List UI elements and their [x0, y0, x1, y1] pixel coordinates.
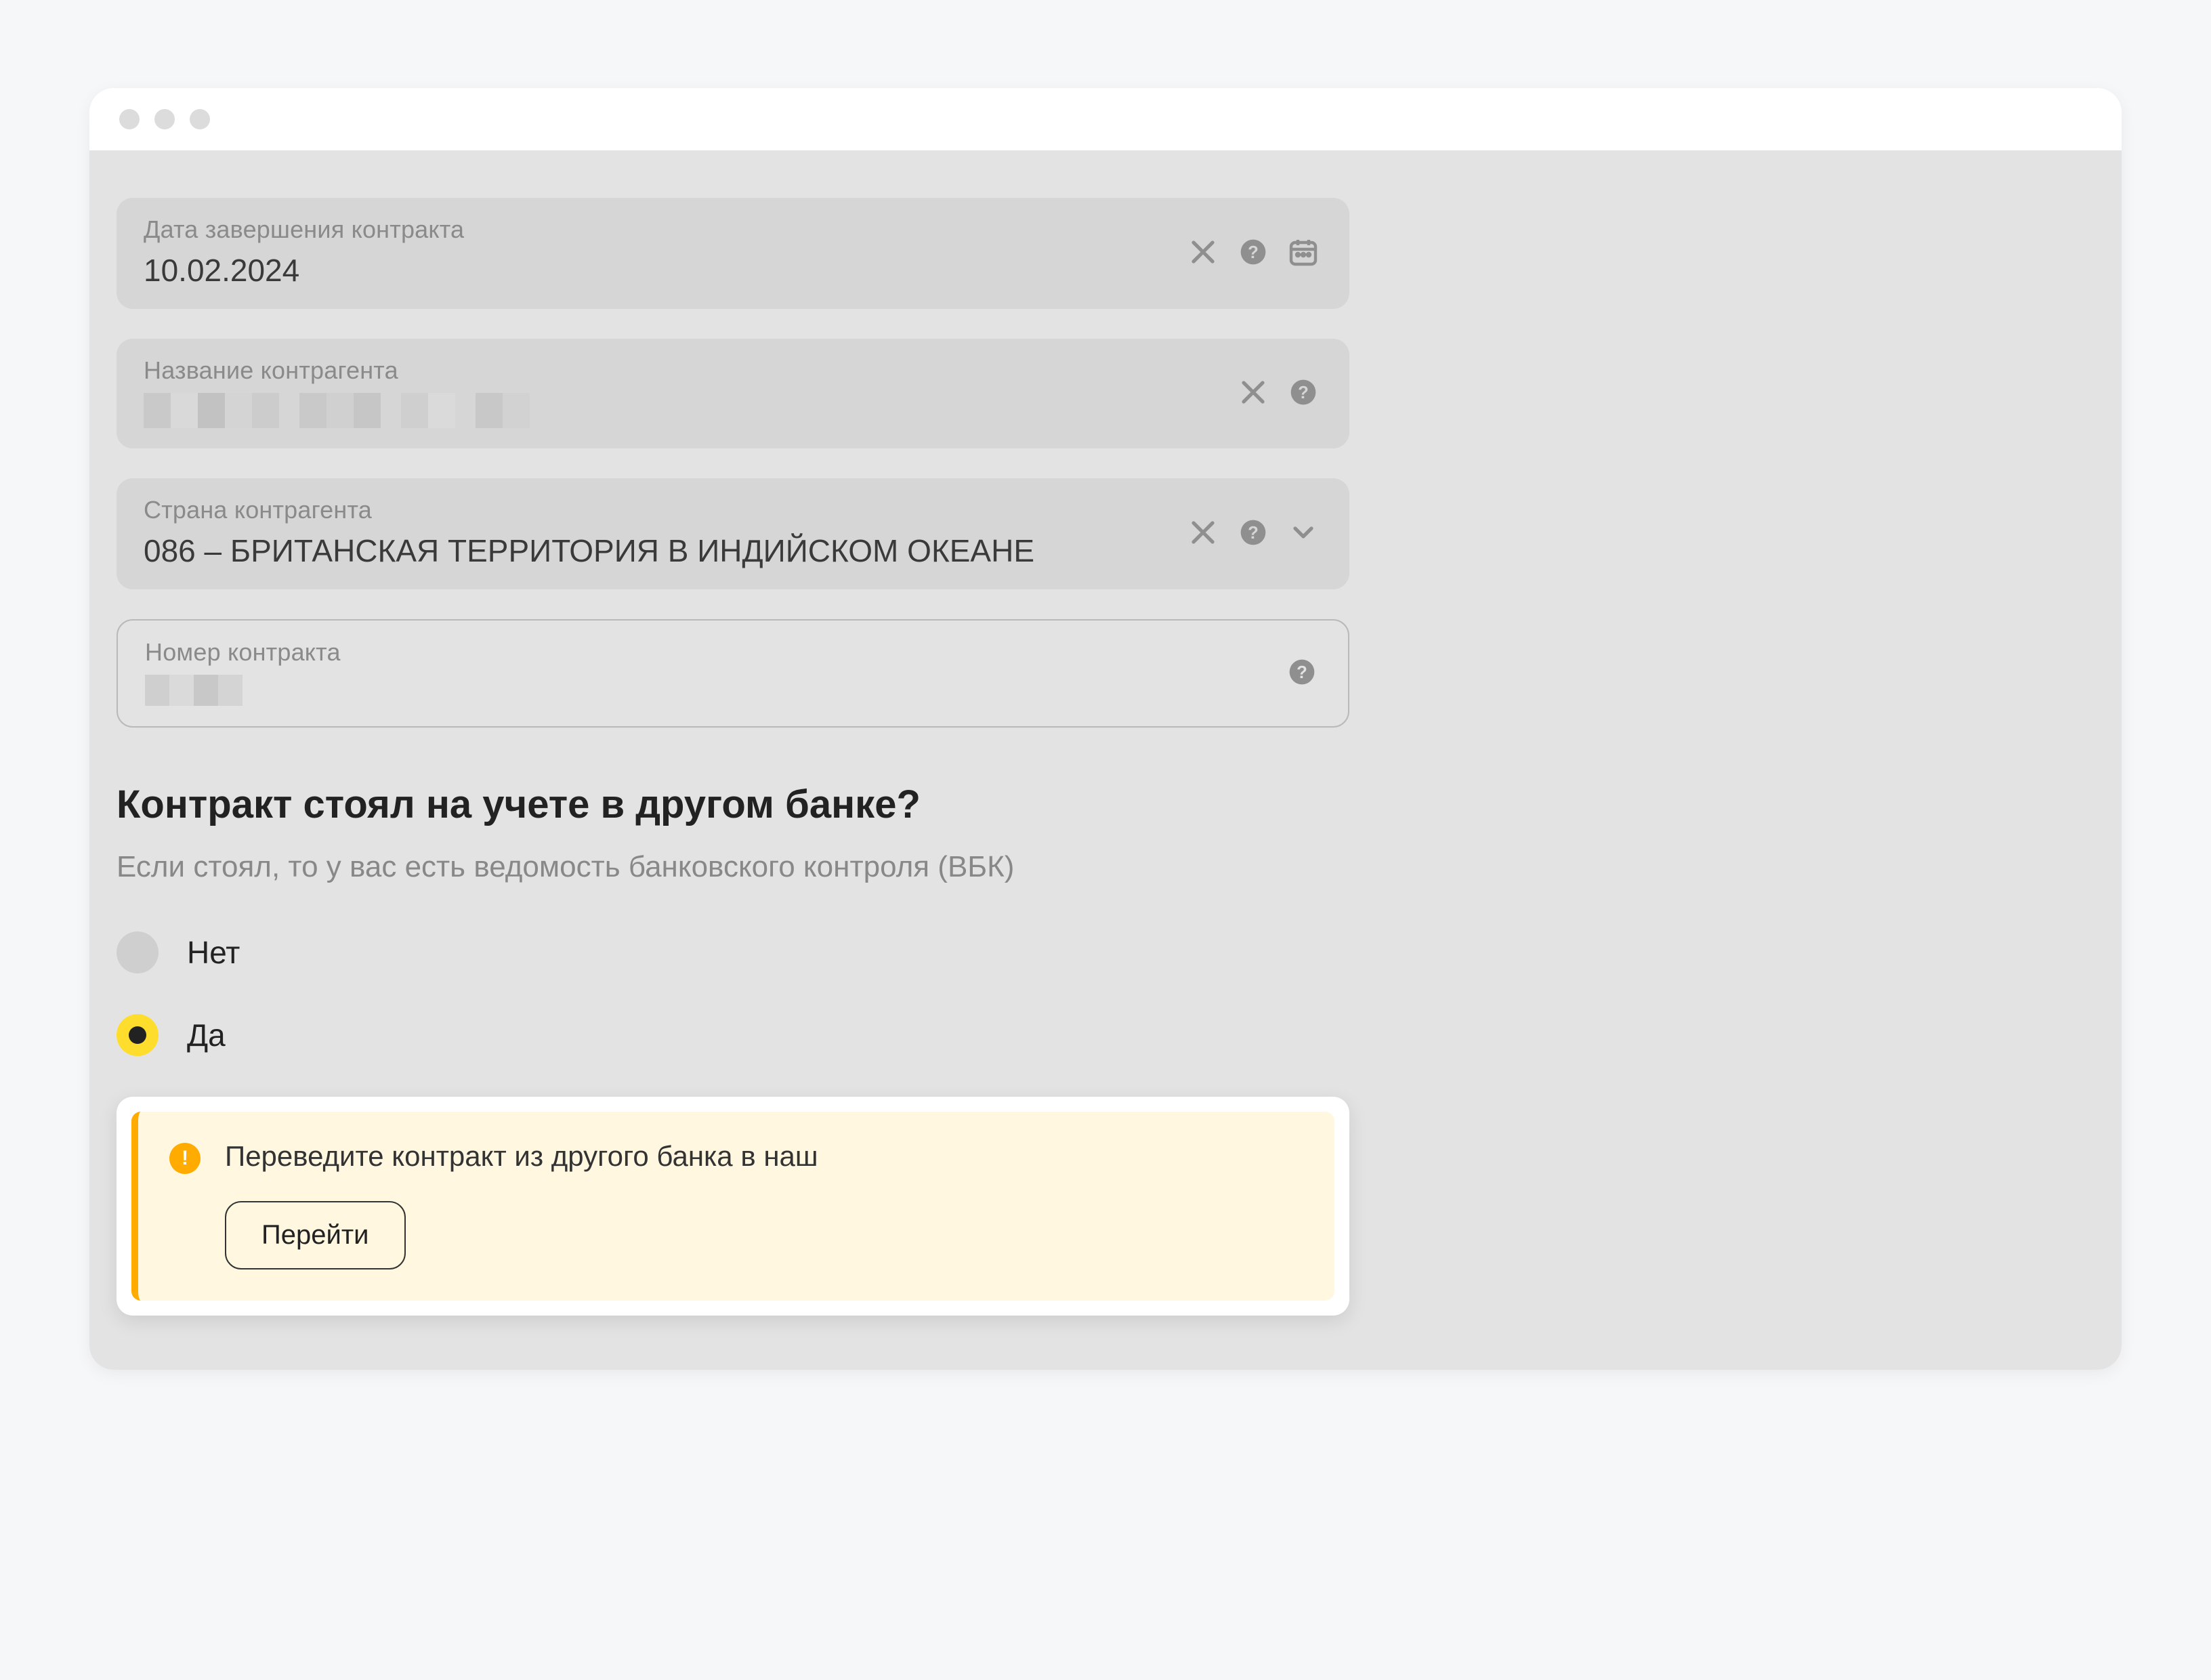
- field-value: 10.02.2024: [144, 252, 1171, 289]
- radio-label: Нет: [187, 934, 240, 971]
- alert-message: Переведите контракт из другого банка в н…: [225, 1140, 1303, 1173]
- help-icon[interactable]: ?: [1283, 653, 1321, 691]
- help-icon[interactable]: ?: [1284, 373, 1322, 411]
- window-titlebar: [89, 88, 2122, 150]
- clear-icon[interactable]: [1234, 373, 1272, 411]
- help-icon[interactable]: ?: [1234, 513, 1272, 551]
- window-minimize-dot[interactable]: [154, 109, 175, 129]
- warning-icon: !: [169, 1143, 201, 1174]
- radio-option-yes[interactable]: Да: [117, 1014, 1349, 1056]
- field-counterparty-country[interactable]: Страна контрагента 086 – БРИТАНСКАЯ ТЕРР…: [117, 478, 1349, 589]
- svg-text:?: ?: [1298, 383, 1309, 402]
- field-contract-end-date[interactable]: Дата завершения контракта 10.02.2024 ?: [117, 198, 1349, 309]
- field-label: Дата завершения контракта: [144, 215, 1171, 244]
- radio-indicator: [117, 1014, 159, 1056]
- question-heading: Контракт стоял на учете в другом банке?: [117, 782, 1349, 827]
- help-icon[interactable]: ?: [1234, 233, 1272, 271]
- redacted-value: [144, 393, 1221, 428]
- radio-indicator: [117, 931, 159, 973]
- chevron-down-icon[interactable]: [1284, 513, 1322, 551]
- window-close-dot[interactable]: [119, 109, 140, 129]
- field-label: Название контрагента: [144, 356, 1221, 385]
- radio-option-no[interactable]: Нет: [117, 931, 1349, 973]
- clear-icon[interactable]: [1184, 233, 1222, 271]
- svg-text:?: ?: [1297, 663, 1307, 682]
- question-subtext: Если стоял, то у вас есть ведомость банк…: [117, 850, 1349, 884]
- radio-label: Да: [187, 1017, 226, 1053]
- alert-card: ! Переведите контракт из другого банка в…: [117, 1097, 1349, 1316]
- field-contract-number[interactable]: Номер контракта ?: [117, 619, 1349, 728]
- field-value: 086 – БРИТАНСКАЯ ТЕРРИТОРИЯ В ИНДИЙСКОМ …: [144, 532, 1171, 569]
- clear-icon[interactable]: [1184, 513, 1222, 551]
- svg-text:?: ?: [1248, 524, 1259, 543]
- app-window: Дата завершения контракта 10.02.2024 ?: [89, 88, 2122, 1370]
- calendar-icon[interactable]: [1284, 233, 1322, 271]
- svg-text:?: ?: [1248, 243, 1259, 262]
- redacted-value: [145, 675, 1269, 706]
- field-counterparty-name[interactable]: Название контрагента ?: [117, 339, 1349, 448]
- field-label: Страна контрагента: [144, 496, 1171, 524]
- window-maximize-dot[interactable]: [190, 109, 210, 129]
- alert-action-button[interactable]: Перейти: [225, 1201, 406, 1269]
- field-label: Номер контракта: [145, 638, 1269, 667]
- app-body: Дата завершения контракта 10.02.2024 ?: [89, 150, 2122, 1370]
